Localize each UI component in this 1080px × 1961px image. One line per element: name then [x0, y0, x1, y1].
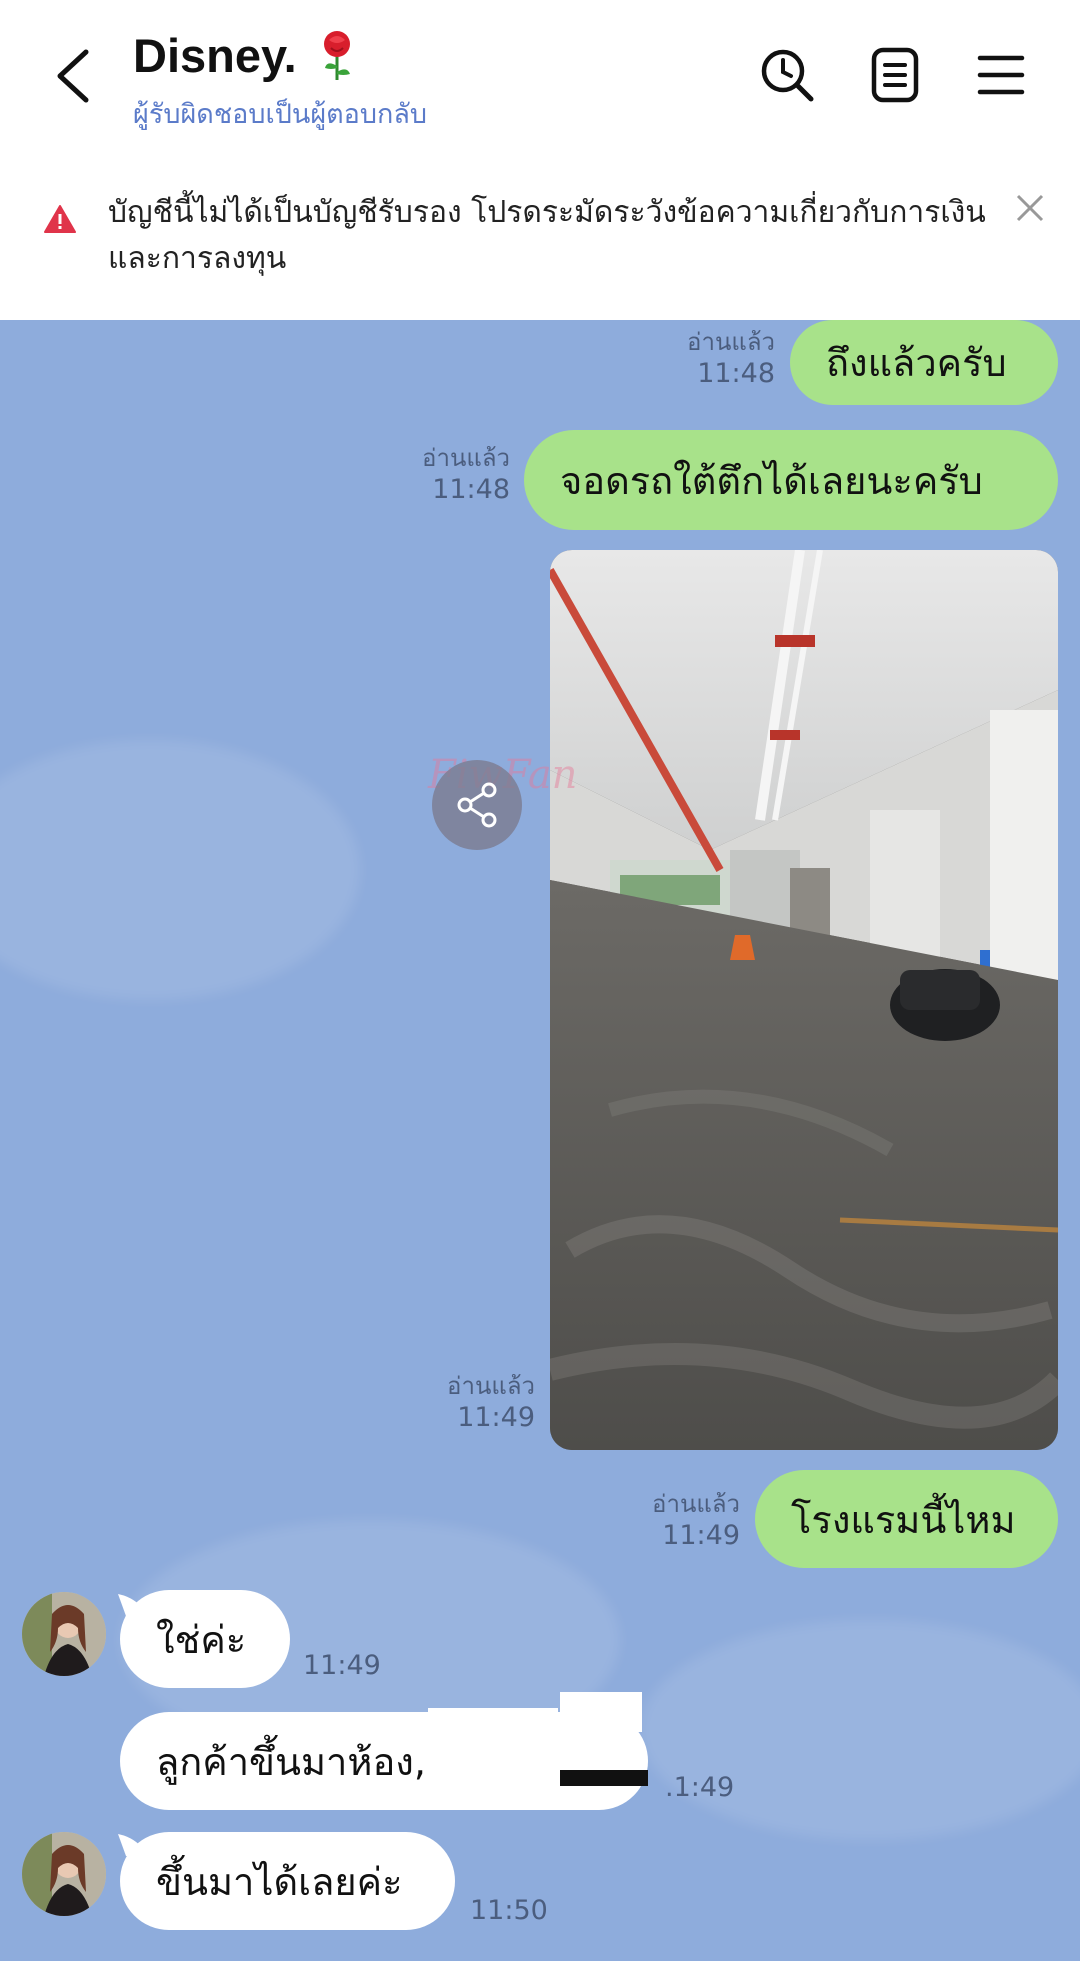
message-text: ใช่ค่ะ	[156, 1617, 247, 1662]
rose-emoji-icon	[323, 30, 350, 80]
message-meta: อ่านแล้ว 11:49	[652, 1488, 740, 1552]
chat-area[interactable]: อ่านแล้ว 11:48 ถึงแล้วครับ อ่านแล้ว 11:4…	[0, 320, 1080, 1961]
message-time: 11:48	[697, 358, 775, 389]
avatar-image	[22, 1592, 106, 1676]
message-time: 11:49	[662, 1520, 740, 1551]
read-status: อ่านแล้ว	[447, 1372, 535, 1400]
message-time: 11:48	[432, 474, 510, 505]
incoming-message-bubble[interactable]: ขึ้นมาได้เลยค่ะ	[120, 1832, 455, 1930]
message-time: 11:49	[457, 1402, 535, 1433]
read-status: อ่านแล้ว	[687, 328, 775, 356]
message-text: ขึ้นมาได้เลยค่ะ	[156, 1859, 403, 1904]
message-text: โรงแรมนี้ไหม	[791, 1497, 1016, 1542]
banner-text: บัญชีนี้ไม่ได้เป็นบัญชีรับรอง โปรดระมัดร…	[108, 195, 986, 276]
unverified-account-banner: บัญชีนี้ไม่ได้เป็นบัญชีรับรอง โปรดระมัดร…	[0, 160, 1080, 320]
message-text: ถึงแล้วครับ	[826, 341, 1007, 385]
message-time: .1:49	[665, 1772, 735, 1803]
read-status: อ่านแล้ว	[422, 444, 510, 472]
background-cloud	[0, 740, 360, 1000]
redaction-bar	[560, 1770, 648, 1786]
avatar[interactable]	[22, 1832, 106, 1916]
back-arrow-icon[interactable]	[50, 46, 100, 106]
read-status: อ่านแล้ว	[652, 1490, 740, 1518]
avatar[interactable]	[22, 1592, 106, 1676]
close-icon[interactable]	[1012, 190, 1048, 226]
avatar-image	[22, 1832, 106, 1916]
message-text: ลูกค้าขึ้นมาห้อง,	[156, 1739, 426, 1784]
message-time: 11:49	[303, 1650, 381, 1681]
chat-title: Disney.	[133, 29, 297, 82]
warning-icon	[44, 205, 76, 233]
message-meta: อ่านแล้ว 11:49	[447, 1370, 535, 1434]
outgoing-message-bubble[interactable]: โรงแรมนี้ไหม	[755, 1470, 1058, 1568]
message-text: จอดรถใต้ตึกได้เลยนะครับ	[560, 458, 983, 503]
chat-subtitle: ผู้รับผิดชอบเป็นผู้ตอบกลับ	[133, 99, 428, 130]
parking-garage-photo[interactable]	[550, 550, 1058, 1450]
search-clock-icon[interactable]	[758, 46, 816, 104]
message-meta: อ่านแล้ว 11:48	[687, 326, 775, 390]
outgoing-message-bubble[interactable]: จอดรถใต้ตึกได้เลยนะครับ	[524, 430, 1058, 530]
redaction	[428, 1708, 558, 1730]
chat-header: Disney. ผู้รับผิดชอบเป็นผู้ตอบกลับ	[0, 0, 1080, 160]
notes-icon[interactable]	[866, 46, 924, 104]
incoming-message-bubble[interactable]: ใช่ค่ะ	[120, 1590, 290, 1688]
message-time: 11:50	[470, 1895, 548, 1926]
background-cloud	[640, 1620, 1080, 1840]
menu-icon[interactable]	[972, 46, 1030, 104]
redaction	[560, 1692, 642, 1732]
message-meta: อ่านแล้ว 11:48	[422, 442, 510, 506]
chat-title-row[interactable]: Disney.	[133, 28, 357, 83]
share-icon[interactable]	[432, 760, 522, 850]
outgoing-message-bubble[interactable]: ถึงแล้วครับ	[790, 320, 1058, 405]
